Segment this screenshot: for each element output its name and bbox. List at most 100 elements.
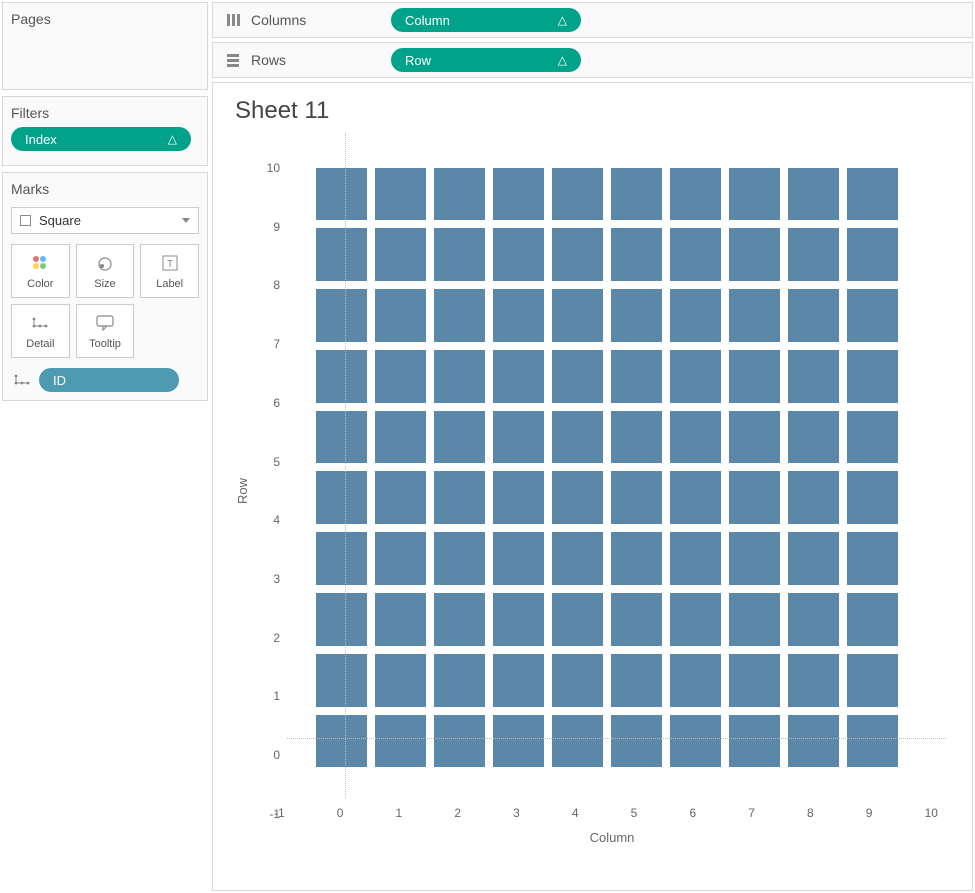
mark-square[interactable] xyxy=(847,593,898,646)
mark-square[interactable] xyxy=(493,411,544,464)
mark-square[interactable] xyxy=(788,715,839,768)
mark-square[interactable] xyxy=(375,289,426,342)
mark-square[interactable] xyxy=(434,532,485,585)
mark-square[interactable] xyxy=(788,411,839,464)
mark-square[interactable] xyxy=(434,168,485,221)
mark-square[interactable] xyxy=(847,654,898,707)
mark-square[interactable] xyxy=(316,471,367,524)
mark-square[interactable] xyxy=(611,593,662,646)
mark-square[interactable] xyxy=(729,228,780,281)
mark-square[interactable] xyxy=(670,654,721,707)
mark-square[interactable] xyxy=(493,715,544,768)
mark-square[interactable] xyxy=(729,471,780,524)
mark-square[interactable] xyxy=(670,471,721,524)
detail-pill-id[interactable]: ID xyxy=(39,368,179,392)
columns-pill[interactable]: Column △ xyxy=(391,8,581,32)
mark-square[interactable] xyxy=(611,168,662,221)
mark-square[interactable] xyxy=(670,289,721,342)
mark-square[interactable] xyxy=(434,411,485,464)
mark-square[interactable] xyxy=(729,289,780,342)
mark-square[interactable] xyxy=(611,471,662,524)
mark-square[interactable] xyxy=(729,593,780,646)
mark-square[interactable] xyxy=(316,289,367,342)
mark-square[interactable] xyxy=(788,350,839,403)
mark-square[interactable] xyxy=(729,411,780,464)
mark-square[interactable] xyxy=(670,715,721,768)
mark-square[interactable] xyxy=(788,654,839,707)
mark-square[interactable] xyxy=(847,168,898,221)
mark-square[interactable] xyxy=(493,168,544,221)
mark-square[interactable] xyxy=(670,350,721,403)
mark-square[interactable] xyxy=(670,228,721,281)
mark-square[interactable] xyxy=(729,350,780,403)
mark-square[interactable] xyxy=(611,411,662,464)
mark-square[interactable] xyxy=(434,471,485,524)
mark-square[interactable] xyxy=(493,532,544,585)
mark-square[interactable] xyxy=(552,532,603,585)
rows-pill[interactable]: Row △ xyxy=(391,48,581,72)
mark-square[interactable] xyxy=(729,654,780,707)
mark-square[interactable] xyxy=(493,593,544,646)
mark-square[interactable] xyxy=(375,168,426,221)
mark-square[interactable] xyxy=(788,532,839,585)
mark-square[interactable] xyxy=(729,532,780,585)
mark-square[interactable] xyxy=(788,168,839,221)
mark-square[interactable] xyxy=(375,654,426,707)
columns-shelf[interactable]: Columns Column △ xyxy=(212,2,973,38)
mark-square[interactable] xyxy=(493,654,544,707)
rows-shelf[interactable]: Rows Row △ xyxy=(212,42,973,78)
mark-square[interactable] xyxy=(434,228,485,281)
mark-square[interactable] xyxy=(611,228,662,281)
marks-tooltip-button[interactable]: Tooltip xyxy=(76,304,135,358)
mark-square[interactable] xyxy=(552,593,603,646)
mark-square[interactable] xyxy=(316,715,367,768)
mark-square[interactable] xyxy=(316,350,367,403)
mark-square[interactable] xyxy=(788,289,839,342)
mark-square[interactable] xyxy=(434,715,485,768)
mark-square[interactable] xyxy=(316,411,367,464)
mark-square[interactable] xyxy=(670,411,721,464)
mark-square[interactable] xyxy=(375,593,426,646)
mark-square[interactable] xyxy=(611,289,662,342)
mark-square[interactable] xyxy=(375,350,426,403)
mark-square[interactable] xyxy=(611,715,662,768)
mark-square[interactable] xyxy=(375,532,426,585)
mark-square[interactable] xyxy=(316,532,367,585)
mark-square[interactable] xyxy=(552,715,603,768)
mark-square[interactable] xyxy=(552,168,603,221)
mark-square[interactable] xyxy=(847,289,898,342)
mark-square[interactable] xyxy=(788,593,839,646)
mark-square[interactable] xyxy=(847,532,898,585)
mark-square[interactable] xyxy=(493,471,544,524)
mark-square[interactable] xyxy=(670,593,721,646)
mark-square[interactable] xyxy=(493,350,544,403)
mark-square[interactable] xyxy=(611,350,662,403)
mark-square[interactable] xyxy=(316,654,367,707)
mark-square[interactable] xyxy=(434,289,485,342)
mark-square[interactable] xyxy=(552,350,603,403)
mark-square[interactable] xyxy=(847,715,898,768)
mark-square[interactable] xyxy=(552,654,603,707)
mark-type-dropdown[interactable]: Square xyxy=(11,207,199,234)
mark-square[interactable] xyxy=(847,471,898,524)
mark-square[interactable] xyxy=(375,228,426,281)
mark-square[interactable] xyxy=(729,715,780,768)
marks-color-button[interactable]: Color xyxy=(11,244,70,298)
filter-pill-index[interactable]: Index △ xyxy=(11,127,191,151)
pages-shelf[interactable]: Pages xyxy=(2,2,208,90)
mark-square[interactable] xyxy=(847,411,898,464)
mark-square[interactable] xyxy=(434,654,485,707)
mark-square[interactable] xyxy=(316,228,367,281)
mark-square[interactable] xyxy=(375,411,426,464)
mark-square[interactable] xyxy=(670,532,721,585)
mark-square[interactable] xyxy=(316,168,367,221)
mark-square[interactable] xyxy=(493,228,544,281)
mark-square[interactable] xyxy=(375,715,426,768)
filters-shelf[interactable]: Filters Index △ xyxy=(2,96,208,166)
marks-detail-button[interactable]: Detail xyxy=(11,304,70,358)
marks-size-button[interactable]: Size xyxy=(76,244,135,298)
mark-square[interactable] xyxy=(434,350,485,403)
mark-square[interactable] xyxy=(552,411,603,464)
mark-square[interactable] xyxy=(611,532,662,585)
mark-square[interactable] xyxy=(788,228,839,281)
